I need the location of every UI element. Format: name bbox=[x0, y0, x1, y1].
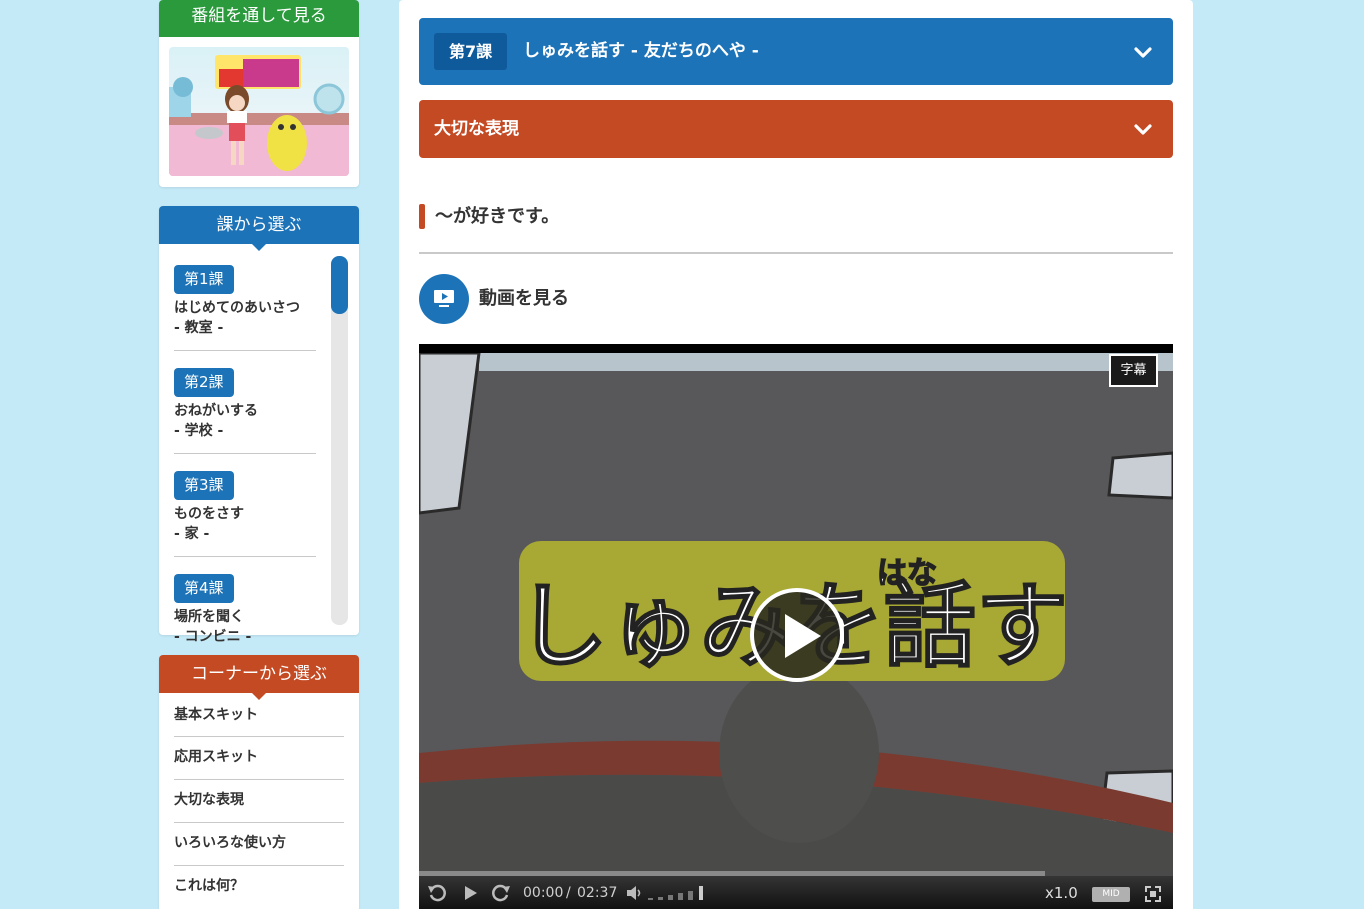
program-thumbnail[interactable] bbox=[169, 47, 349, 176]
play-overlay-button[interactable] bbox=[750, 588, 844, 682]
corner-item-what-is-this[interactable]: これは何？ bbox=[174, 866, 344, 909]
lessons-panel: 課から選ぶ 第1課 はじめてのあいさつ - 教室 - 第2課 おねがいする - … bbox=[159, 206, 359, 645]
corner-item-key-expressions[interactable]: 大切な表現 bbox=[174, 780, 344, 823]
watch-video-label: 動画を見る bbox=[479, 288, 569, 309]
frame-ruby: はな bbox=[877, 556, 937, 591]
quality-button[interactable]: MID bbox=[1092, 887, 1130, 902]
program-header[interactable]: 番組を通して見る bbox=[159, 0, 359, 37]
lessons-header-label: 課から選ぶ bbox=[216, 215, 302, 235]
heading-accent-bar bbox=[419, 204, 425, 229]
video-player[interactable]: しゅみを話す はな 字幕 bbox=[419, 344, 1173, 909]
lesson-scrollbar-thumb[interactable] bbox=[331, 256, 348, 314]
lesson-title: 場所を聞く bbox=[174, 609, 244, 625]
corners-header-label: コーナーから選ぶ bbox=[191, 664, 327, 684]
lesson-item[interactable]: 第1課 はじめてのあいさつ - 教室 - bbox=[174, 258, 316, 351]
lesson-item[interactable]: 第4課 場所を聞く - コンビニ - bbox=[174, 567, 316, 660]
section-accordion[interactable]: 大切な表現 bbox=[419, 100, 1173, 158]
lesson-place: - 学校 - bbox=[174, 423, 224, 439]
main-content: 第7課 しゅみを話す - 友だちのへや - 大切な表現 〜が好きです。 動画を見… bbox=[399, 0, 1193, 909]
buffered-bar bbox=[419, 871, 1045, 876]
player-controls: 00:00 / 02:37 x1.0 MID bbox=[419, 871, 1173, 909]
program-panel: 番組を通して見る bbox=[159, 0, 359, 187]
time-separator: / bbox=[566, 885, 571, 901]
lesson-badge: 第1課 bbox=[174, 265, 234, 294]
corner-item-various-uses[interactable]: いろいろな使い方 bbox=[174, 823, 344, 866]
lesson-title: おねがいする bbox=[174, 403, 258, 419]
expression-heading: 〜が好きです。 bbox=[419, 204, 1173, 254]
volume-icon[interactable] bbox=[626, 885, 644, 901]
section-title: 大切な表現 bbox=[434, 119, 519, 139]
lesson-scrollbar[interactable] bbox=[331, 256, 348, 625]
lessons-header: 課から選ぶ bbox=[159, 206, 359, 251]
lesson-place: - 教室 - bbox=[174, 320, 224, 336]
lesson-place: - コンビニ - bbox=[174, 629, 252, 645]
corner-item-basic-skit[interactable]: 基本スキット bbox=[174, 695, 344, 737]
sidebar: 番組を通して見る 課から選ぶ 第1課 はじめてのあいさつ - 教室 - 第2課 … bbox=[159, 0, 359, 909]
expression-title: 〜が好きです。 bbox=[435, 206, 560, 227]
play-icon bbox=[785, 614, 821, 658]
replay-icon[interactable] bbox=[427, 883, 447, 903]
corner-item-applied-skit[interactable]: 応用スキット bbox=[174, 737, 344, 780]
play-icon[interactable] bbox=[464, 885, 478, 901]
lesson-badge: 第2課 bbox=[174, 368, 234, 397]
seek-bar[interactable] bbox=[419, 871, 1173, 876]
lesson-item[interactable]: 第2課 おねがいする - 学校 - bbox=[174, 361, 316, 454]
chevron-down-icon[interactable] bbox=[1133, 45, 1153, 59]
chevron-down-icon[interactable] bbox=[1133, 122, 1153, 136]
lesson-badge: 第4課 bbox=[174, 574, 234, 603]
lesson-number-badge: 第7課 bbox=[434, 33, 508, 70]
subtitle-toggle-button[interactable]: 字幕 bbox=[1109, 354, 1158, 387]
monitor-play-icon bbox=[419, 274, 469, 324]
lesson-title: しゅみを話す - 友だちのへや - bbox=[523, 41, 759, 61]
lesson-accordion[interactable]: 第7課 しゅみを話す - 友だちのへや - bbox=[419, 18, 1173, 85]
corners-header: コーナーから選ぶ bbox=[159, 655, 359, 700]
lesson-list: 第1課 はじめてのあいさつ - 教室 - 第2課 おねがいする - 学校 - 第… bbox=[174, 258, 316, 670]
lesson-place: - 家 - bbox=[174, 526, 210, 542]
video-frame[interactable]: しゅみを話す はな bbox=[419, 353, 1173, 874]
lesson-title: ものをさす bbox=[174, 506, 244, 522]
skip-forward-icon[interactable] bbox=[491, 883, 511, 903]
playback-speed[interactable]: x1.0 bbox=[1045, 884, 1078, 902]
lesson-badge: 第3課 bbox=[174, 471, 234, 500]
duration-time: 02:37 bbox=[577, 885, 618, 901]
lesson-item[interactable]: 第3課 ものをさす - 家 - bbox=[174, 464, 316, 557]
lesson-title: はじめてのあいさつ bbox=[174, 300, 300, 316]
corner-list: 基本スキット 応用スキット 大切な表現 いろいろな使い方 これは何？ bbox=[174, 695, 344, 909]
header-notch bbox=[252, 244, 266, 251]
corners-panel: コーナーから選ぶ 基本スキット 応用スキット 大切な表現 いろいろな使い方 これ… bbox=[159, 655, 359, 909]
fullscreen-icon[interactable] bbox=[1145, 886, 1161, 902]
current-time: 00:00 bbox=[523, 885, 564, 901]
